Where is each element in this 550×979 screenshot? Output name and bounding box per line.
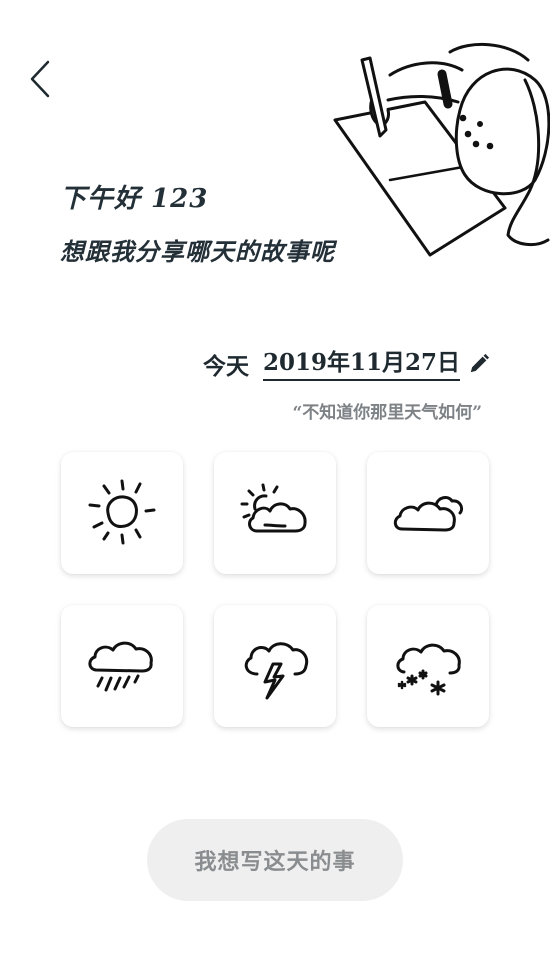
prompt-subtitle: 想跟我分享哪天的故事呢 bbox=[60, 237, 335, 266]
rain-icon bbox=[88, 641, 153, 692]
weather-option-cloudy[interactable] bbox=[367, 452, 489, 574]
date-selector[interactable]: 2019年11月27日 bbox=[262, 343, 460, 381]
partly-cloudy-icon bbox=[240, 483, 307, 533]
snow-icon bbox=[396, 643, 461, 696]
sunny-icon bbox=[88, 479, 156, 545]
today-label: 今天 bbox=[202, 353, 249, 380]
chevron-left-icon bbox=[30, 60, 50, 98]
weather-option-sunny[interactable] bbox=[61, 452, 183, 574]
back-button[interactable] bbox=[24, 56, 60, 102]
weather-option-partly-cloudy[interactable] bbox=[214, 452, 336, 574]
weather-option-thunderstorm[interactable] bbox=[214, 605, 336, 727]
weather-option-snow[interactable] bbox=[367, 605, 489, 727]
thunderstorm-icon bbox=[244, 642, 309, 700]
weather-question: “不知道你那里天气如何” bbox=[292, 403, 482, 423]
cloudy-icon bbox=[393, 496, 464, 532]
weather-options-grid bbox=[61, 452, 489, 727]
date-row: 今天 2019年11月27日 bbox=[203, 343, 490, 381]
write-story-button[interactable]: 我想写这天的事 bbox=[147, 819, 403, 901]
writing-character-illustration bbox=[330, 40, 550, 270]
pencil-icon[interactable] bbox=[468, 353, 490, 375]
weather-option-rain[interactable] bbox=[61, 605, 183, 727]
greeting-text: 下午好 123 bbox=[60, 184, 209, 214]
